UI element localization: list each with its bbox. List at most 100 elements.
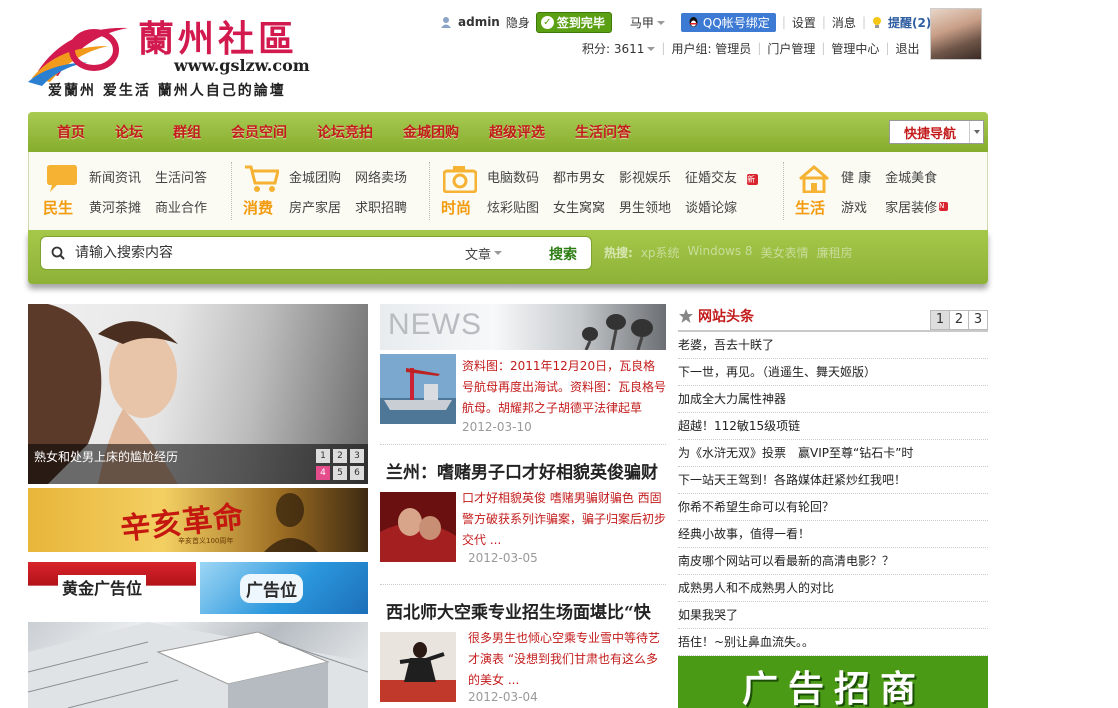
remind-link[interactable]: 提醒(2) [888,14,931,31]
hot-search-link[interactable]: xp系统 [641,244,680,261]
headlines-page-button[interactable]: 3 [968,310,988,330]
username-link[interactable]: admin [458,15,500,29]
news-item[interactable]: 很多男生也倾心空乘专业雪中等待艺才演表 “没想到我们甘肃也有这么多的美女 ...… [380,628,666,708]
category-link[interactable]: 金城美食 [885,161,948,191]
category-link[interactable]: 生活问答 [155,161,207,191]
headline-item[interactable]: 下一站天王驾到！各路媒体赶紧炒红我吧！ [678,467,988,494]
headline-item[interactable]: 南皮哪个网站可以看最新的高清电影？？ [678,548,988,575]
headline-item[interactable]: 超越！112敏15级项链 [678,413,988,440]
avatar[interactable] [930,8,982,60]
nav-item-vote[interactable]: 超级评选 [474,122,560,142]
headlines-list: 老婆，吾去十眹了 下一世，再见。（逍遥生、舞天姬版） 加成全大力属性神器 超越！… [678,332,988,656]
headline-item[interactable]: 你希不希望生命可以有轮回？ [678,494,988,521]
qq-penguin-icon [689,16,698,27]
category-link[interactable]: 房产家居 [289,191,341,221]
ad-recruit-banner[interactable]: 广告招商 [678,656,988,708]
search-input[interactable] [75,238,465,268]
main-nav: 首页 论坛 群组 会员空间 论坛竞拍 金城团购 超级评选 生活问答 快捷导航 [28,112,988,152]
slide-page-button-active[interactable]: 4 [316,466,330,480]
category-link[interactable]: 网络卖场 [355,161,407,191]
category-link[interactable]: 炫彩贴图 [487,191,539,221]
nav-item-groups[interactable]: 群组 [158,122,216,142]
qq-bind-button[interactable]: QQ帐号绑定 [680,12,776,32]
search-type-dropdown[interactable]: 文章 [465,244,525,263]
messages-link[interactable]: 消息 [832,14,856,31]
building-image[interactable] [28,622,368,708]
search-button[interactable]: 搜索 [549,244,577,264]
user-info-bar: 积分: 3611 | 用户组: 管理员 | 门户管理 | 管理中心 | 退出 [582,38,920,58]
news-item[interactable]: 资料图：2011年12月20日，瓦良格号航母再度出海试。资料图：瓦良格号航母。胡… [380,354,666,438]
portal-admin-link[interactable]: 门户管理 [767,40,815,57]
nav-item-groupbuy[interactable]: 金城团购 [388,122,474,142]
headline-item[interactable]: 成熟男人和不成熟男人的对比 [678,575,988,602]
headline-item[interactable]: 加成全大力属性神器 [678,386,988,413]
nav-item-member-space[interactable]: 会员空间 [216,122,302,142]
speech-bubble-icon [47,165,77,192]
category-link[interactable]: 黄河茶摊 [89,191,141,221]
category-link[interactable]: 电脑数码 [487,161,539,191]
category-link[interactable]: 商业合作 [155,191,207,221]
news-summary[interactable]: 口才好相貌英俊 嗜赌男骗财骗色 西固警方破获系列诈骗案，骗子归案后初步交代 ..… [462,488,666,551]
news-headline[interactable]: 兰州：嗜赌男子口才好相貌英俊骗财 [386,458,666,483]
category-link[interactable]: 新闻资讯 [89,161,141,191]
nav-item-auction[interactable]: 论坛竞拍 [302,122,388,142]
admin-center-link[interactable]: 管理中心 [831,40,879,57]
vest-dropdown[interactable]: 马甲 [630,14,665,31]
category-group-shishang: 时尚 电脑数码 炫彩贴图 都市男女 女生窝窝 影视娱乐 男生领地 征婚交友新 谈… [427,152,781,230]
news-summary[interactable]: 资料图：2011年12月20日，瓦良格号航母再度出海试。资料图：瓦良格号航母。胡… [462,356,666,419]
headline-item[interactable]: 为《水浒无双》投票 赢VIP至尊“钻石卡”时 [678,440,988,467]
category-link[interactable]: 谈婚论嫁 [685,191,748,221]
slide-page-button[interactable]: 1 [316,449,330,463]
gold-ad-banner[interactable]: 黄金广告位 [28,562,196,614]
slide-page-button[interactable]: 3 [350,449,364,463]
news-item[interactable]: 口才好相貌英俊 嗜赌男骗财骗色 西固警方破获系列诈骗案，骗子归案后初步交代 ..… [380,488,666,565]
nav-item-forum[interactable]: 论坛 [100,122,158,142]
news-headline[interactable]: 西北师大空乘专业招生场面堪比“快 [386,598,666,623]
category-link[interactable]: 金城团购 [289,161,341,191]
category-link[interactable]: 健 康 [841,161,871,191]
headline-item[interactable]: 如果我哭了 [678,602,988,629]
ad-banner[interactable]: 广告位 [200,562,368,614]
featured-slideshow[interactable]: 熟女和处男上床的尴尬经历 1 2 3 4 5 6 [28,304,368,484]
headline-item[interactable]: 经典小故事，值得一看！ [678,521,988,548]
nav-item-home[interactable]: 首页 [42,122,100,142]
news-summary[interactable]: 很多男生也倾心空乘专业雪中等待艺才演表 “没想到我们甘肃也有这么多的美女 ... [468,628,666,691]
news-banner: NEWS [380,304,666,350]
headlines-page-button[interactable]: 2 [949,310,969,330]
category-label: 生活 [795,199,826,217]
search-box: 文章 搜索 [40,236,592,270]
hot-search-link[interactable]: Windows 8 [688,244,753,261]
category-link[interactable]: 求职招聘 [355,191,407,221]
category-link[interactable]: 游戏 [841,191,871,221]
category-link-with-hot-badge[interactable]: 家居装修 N [885,191,949,221]
divider: | [661,41,666,55]
xinhai-banner[interactable]: 辛亥革命 辛亥首义100周年 [28,488,368,552]
points-dropdown[interactable]: 积分: 3611 [582,40,656,57]
nav-item-qa[interactable]: 生活问答 [560,122,646,142]
site-logo[interactable]: 蘭州社區 www.gslzw.com 爱蘭州 爱生活 蘭州人自己的論壇 [28,8,328,100]
quick-nav-dropdown[interactable]: 快捷导航 [889,120,984,144]
logo-tagline: 爱蘭州 爱生活 蘭州人自己的論壇 [48,83,286,99]
category-group-minsheng: 民生 新闻资讯 黄河茶摊 生活问答 商业合作 [29,152,229,230]
headlines-header: 网站头条 1 2 3 [678,304,988,332]
category-link[interactable]: 女生窝窝 [553,191,605,221]
headline-item[interactable]: 老婆，吾去十眹了 [678,332,988,359]
headline-item[interactable]: 下一世，再见。（逍遥生、舞天姬版） [678,359,988,386]
category-link[interactable]: 男生领地 [619,191,671,221]
usergroup-link[interactable]: 用户组: 管理员 [671,40,751,57]
hot-search-link[interactable]: 美女表情 [761,244,809,261]
hot-search-link[interactable]: 廉租房 [817,244,853,261]
category-link[interactable]: 都市男女 [553,161,605,191]
settings-link[interactable]: 设置 [792,14,816,31]
invisible-toggle[interactable]: 隐身 [506,14,530,31]
slide-page-button[interactable]: 6 [350,466,364,480]
category-link-with-new-badge[interactable]: 征婚交友新 [685,161,759,191]
signed-button[interactable]: ✓ 签到完毕 [535,11,612,33]
category-link[interactable]: 影视娱乐 [619,161,671,191]
headline-item[interactable]: 捂住！~别让鼻血流失。。 [678,629,988,656]
logout-link[interactable]: 退出 [895,40,919,57]
ad-recruit-label: 广告招商 [742,669,927,708]
slide-page-button[interactable]: 2 [333,449,347,463]
headlines-page-button-active[interactable]: 1 [930,310,950,330]
slide-page-button[interactable]: 5 [333,466,347,480]
